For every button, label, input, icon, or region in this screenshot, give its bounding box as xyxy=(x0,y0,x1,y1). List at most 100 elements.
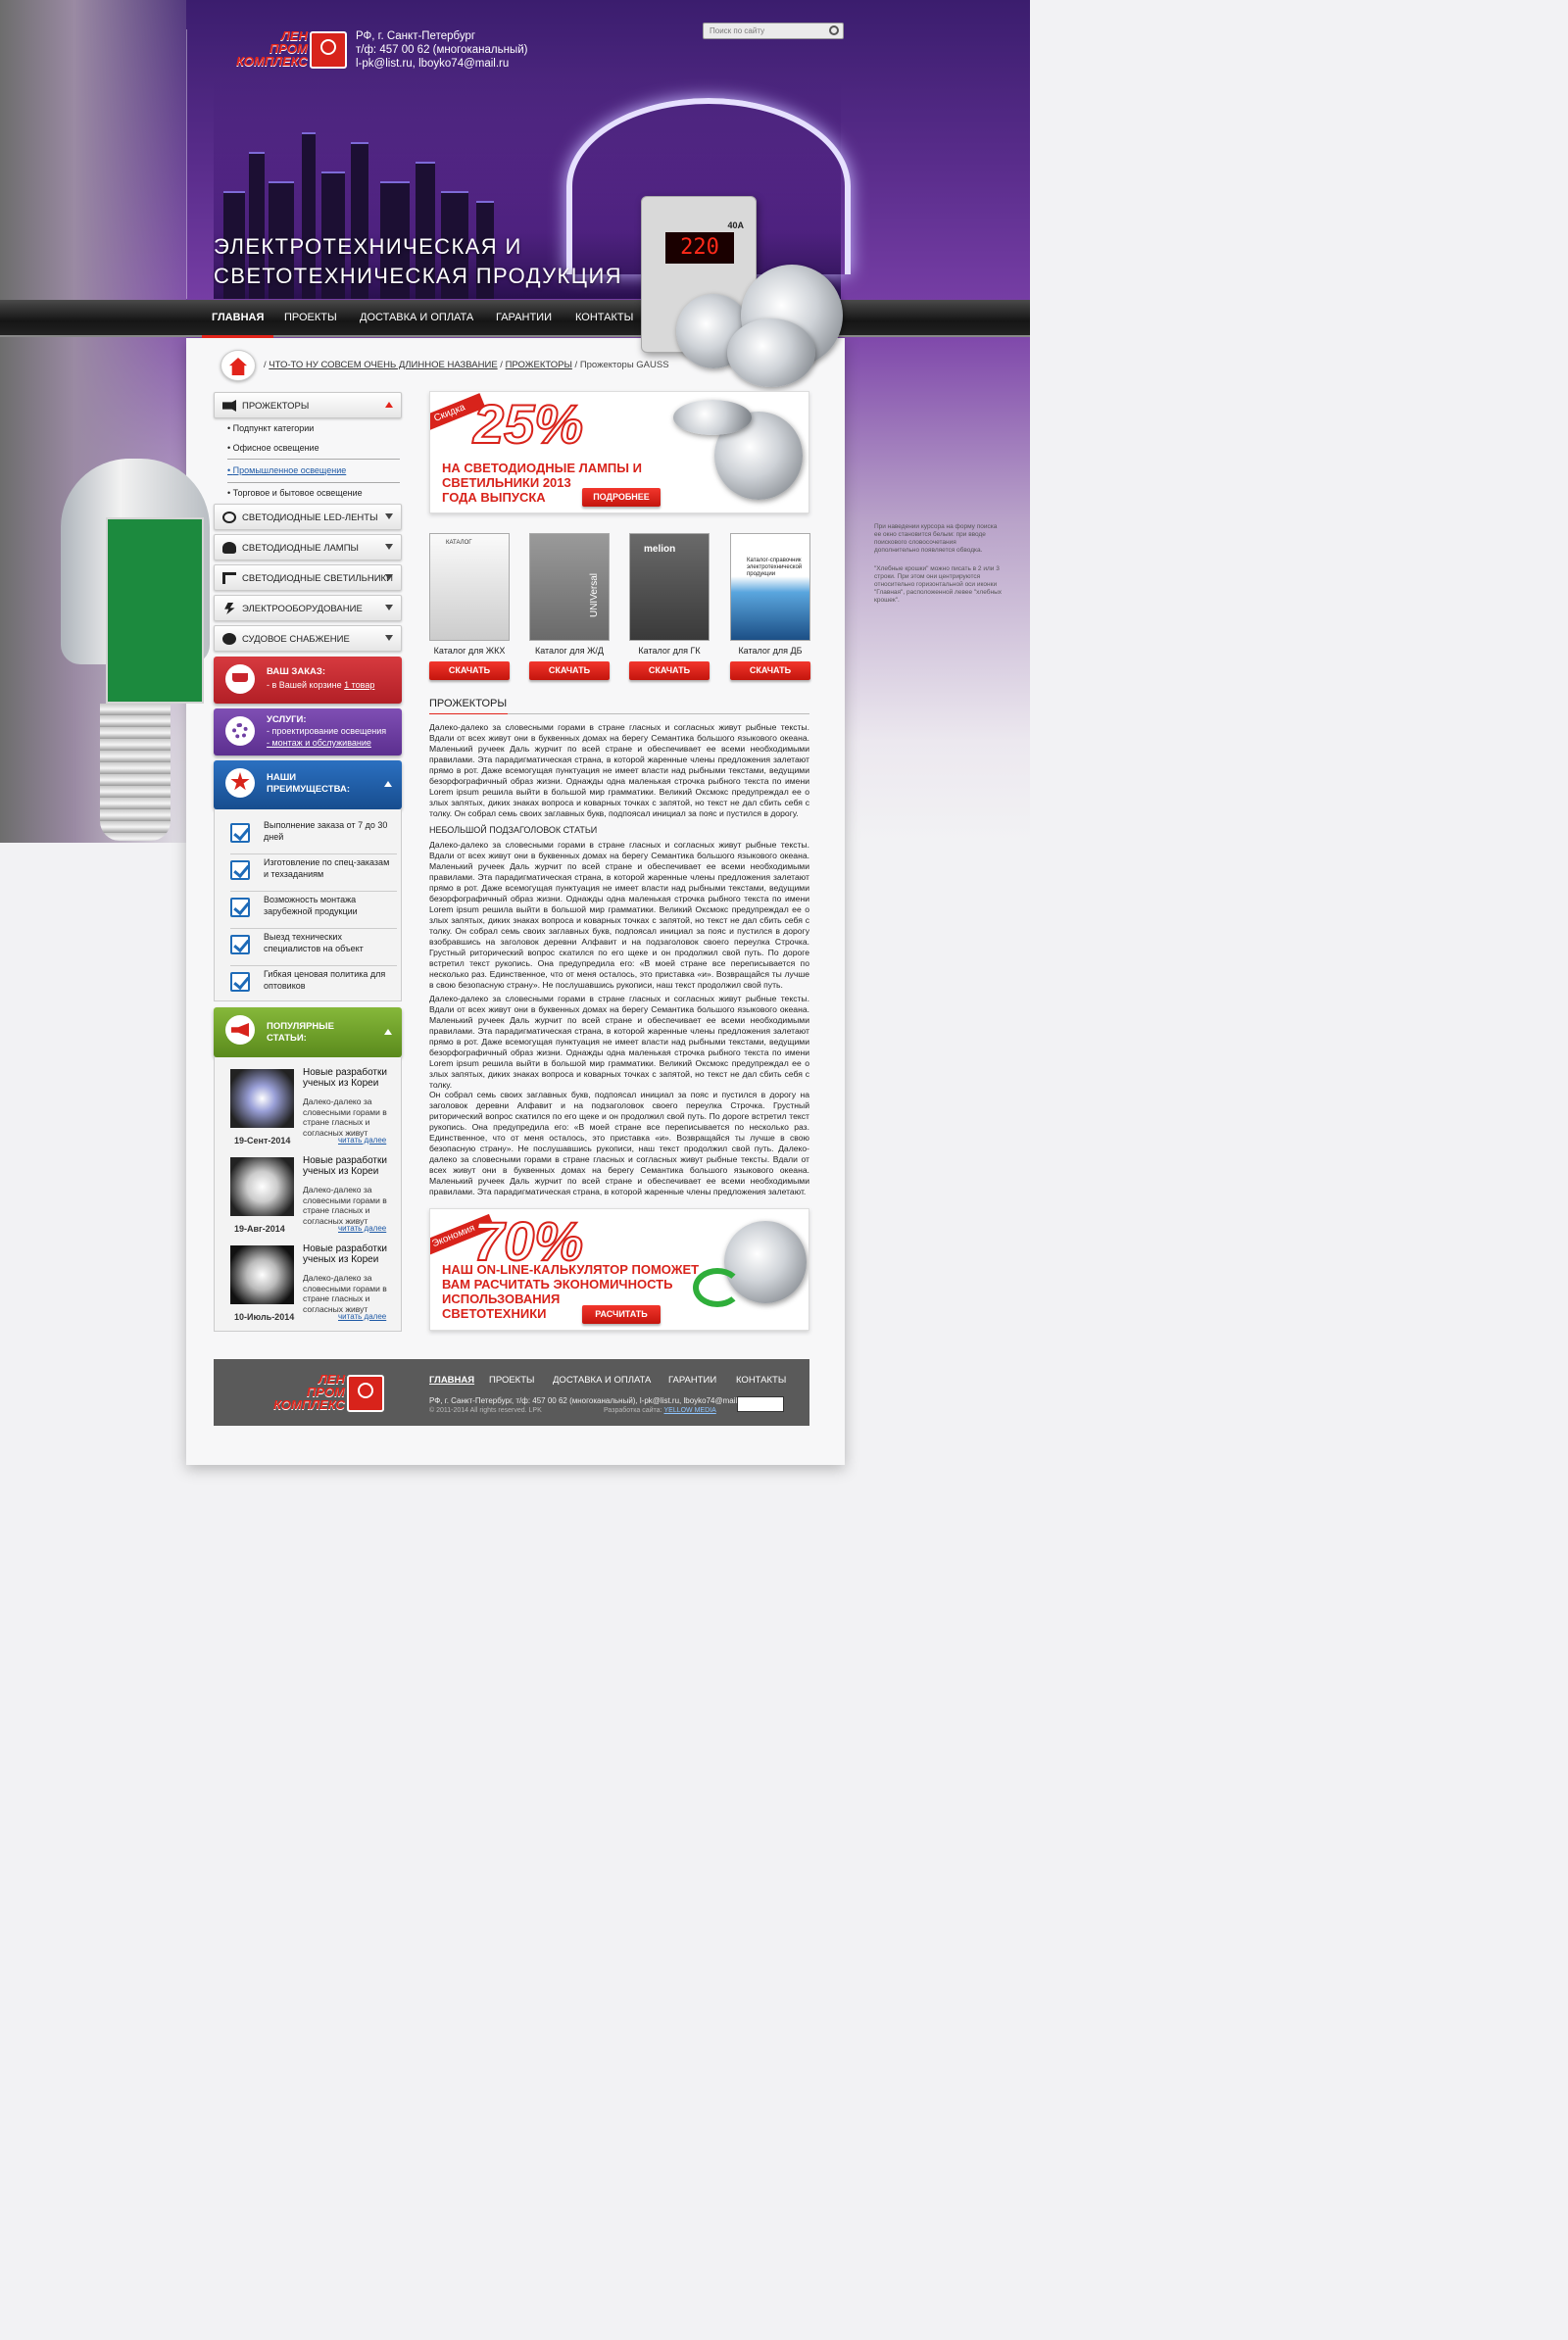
order-text: - в Вашей корзине 1 товар xyxy=(267,680,374,690)
footer-contacts: РФ, г. Санкт-Петербург, т/ф: 457 00 62 (… xyxy=(429,1396,747,1405)
home-button[interactable] xyxy=(220,350,256,381)
tagline: ЭЛЕКТРОТЕХНИЧЕСКАЯ И СВЕТОТЕХНИЧЕСКАЯ ПР… xyxy=(214,232,622,291)
article-thumbnail[interactable] xyxy=(230,1245,294,1304)
category-label: СУДОВОЕ СНАБЖЕНИЕ xyxy=(242,634,350,645)
advantage-item: Гибкая ценовая политика для оптовиков xyxy=(230,966,397,1003)
read-more-link[interactable]: читать далее xyxy=(338,1312,386,1321)
discount-banner[interactable]: Скидка 25% НА СВЕТОДИОДНЫЕ ЛАМПЫ И СВЕТИ… xyxy=(429,391,809,513)
calculator-banner[interactable]: Экономия 70% НАШ ON-LINE-КАЛЬКУЛЯТОР ПОМ… xyxy=(429,1208,809,1331)
article-title[interactable]: Новые разработки ученых из Кореи xyxy=(303,1243,397,1265)
nav-item-home[interactable]: ГЛАВНАЯ xyxy=(201,312,274,338)
read-more-link[interactable]: читать далее xyxy=(338,1224,386,1233)
subcategory-item[interactable]: • Подпункт категории xyxy=(227,423,314,433)
logo[interactable]: ЛЕН ПРОМ КОМПЛЕКС xyxy=(214,29,351,73)
download-button[interactable]: СКАЧАТЬ xyxy=(529,661,610,680)
logo-line: КОМПЛЕКС xyxy=(273,1397,345,1412)
chevron-down-icon xyxy=(385,544,393,550)
service-item[interactable]: - монтаж и обслуживание xyxy=(267,738,371,748)
articles-title-line: СТАТЬИ: xyxy=(267,1033,307,1044)
catalog-cover[interactable]: КАТАЛОГ xyxy=(429,533,510,641)
subcategory-label: Офисное освещение xyxy=(232,443,319,453)
popular-articles-box[interactable]: ПОПУЛЯРНЫЕ СТАТЬИ: xyxy=(214,1007,402,1057)
copyright: © 2011-2014 All rights reserved. LPK xyxy=(429,1407,542,1414)
footer-nav-delivery[interactable]: ДОСТАВКА И ОПЛАТА xyxy=(553,1375,651,1386)
nav-item-guarantee[interactable]: ГАРАНТИИ xyxy=(496,312,552,323)
sidebar-category-led-strips[interactable]: СВЕТОДИОДНЫЕ LED-ЛЕНТЫ xyxy=(214,504,402,530)
footer-nav-projects[interactable]: ПРОЕКТЫ xyxy=(489,1375,534,1386)
sidebar-category-electrical[interactable]: ЭЛЕКТРООБОРУДОВАНИЕ xyxy=(214,595,402,621)
lightning-icon xyxy=(224,603,235,614)
tagline-line: СВЕТОТЕХНИЧЕСКАЯ ПРОДУКЦИЯ xyxy=(214,264,622,288)
nav-item-contacts[interactable]: КОНТАКТЫ xyxy=(575,312,633,323)
breadcrumb-current: Прожекторы GAUSS xyxy=(579,360,669,370)
footer-logo[interactable]: ЛЕН ПРОМ КОМПЛЕКС xyxy=(251,1373,388,1416)
articles-title: ПОПУЛЯРНЫЕ СТАТЬИ: xyxy=(267,1021,334,1045)
catalog-cover[interactable]: UNIVersal xyxy=(529,533,610,641)
article-thumbnail[interactable] xyxy=(230,1069,294,1128)
download-button[interactable]: СКАЧАТЬ xyxy=(429,661,510,680)
articles-list: Новые разработки ученых из Кореи Далеко-… xyxy=(214,1057,402,1332)
nav-item-delivery[interactable]: ДОСТАВКА И ОПЛАТА xyxy=(360,312,473,323)
chevron-up-icon xyxy=(385,402,393,408)
search-icon[interactable] xyxy=(829,25,839,35)
arrow-icon xyxy=(693,1268,742,1307)
developer-credit: Разработка сайта: YELLOW MEDIA xyxy=(604,1407,716,1414)
breadcrumb-link[interactable]: ЧТО-ТО НУ СОВСЕМ ОЧЕНЬ ДЛИННОЕ НАЗВАНИЕ xyxy=(269,360,497,370)
sidebar-category-led-fixtures[interactable]: СВЕТОДИОДНЫЕ СВЕТИЛЬНИКИ xyxy=(214,564,402,591)
article-item: Новые разработки ученых из Кореи Далеко-… xyxy=(230,1151,399,1238)
order-box[interactable]: ВАШ ЗАКАЗ: - в Вашей корзине 1 товар xyxy=(214,657,402,704)
visitor-counter[interactable] xyxy=(737,1396,784,1412)
articles-title-line: ПОПУЛЯРНЫЕ xyxy=(267,1021,334,1032)
sidebar-category-floodlights[interactable]: ПРОЖЕКТОРЫ xyxy=(214,392,402,418)
advantage-item: Выполнение заказа от 7 до 30 дней xyxy=(230,817,397,854)
subcategory-item-active[interactable]: • Промышленное освещение xyxy=(227,465,346,475)
sidebar-category-marine[interactable]: СУДОВОЕ СНАБЖЕНИЕ xyxy=(214,625,402,652)
catalog-card: UNIVersal Каталог для Ж/Д СКАЧАТЬ xyxy=(529,533,610,682)
catalog-cover[interactable]: melion xyxy=(629,533,710,641)
article-excerpt: Далеко-далеко за словесными горами в стр… xyxy=(303,1273,387,1314)
advantage-text: Возможность монтажа зарубежной продукции xyxy=(264,895,358,916)
details-button[interactable]: ПОДРОБНЕЕ xyxy=(582,488,661,507)
advantages-title-line: НАШИ xyxy=(267,772,297,783)
breadcrumb-link[interactable]: ПРОЖЕКТОРЫ xyxy=(506,360,572,370)
ship-wheel-icon xyxy=(222,633,236,645)
gear-icon xyxy=(225,716,255,746)
logo-text: ЛЕН ПРОМ КОМПЛЕКС xyxy=(214,29,308,68)
download-button[interactable]: СКАЧАТЬ xyxy=(730,661,810,680)
advantage-text: Гибкая ценовая политика для оптовиков xyxy=(264,969,386,991)
order-title: ВАШ ЗАКАЗ: xyxy=(267,666,326,677)
banner-text-line: НАШ ON-LINE-КАЛЬКУЛЯТОР ПОМОЖЕТ xyxy=(442,1262,700,1277)
nav-item-projects[interactable]: ПРОЕКТЫ xyxy=(284,312,337,323)
page-title: ПРОЖЕКТОРЫ xyxy=(429,698,809,714)
article-title[interactable]: Новые разработки ученых из Кореи xyxy=(303,1155,397,1177)
developer-link[interactable]: YELLOW MEDIA xyxy=(663,1407,715,1414)
advantage-item: Изготовление по спец-заказам и техзадани… xyxy=(230,854,397,892)
service-link[interactable]: - монтаж и обслуживание xyxy=(267,738,371,748)
footer-nav-guarantee[interactable]: ГАРАНТИИ xyxy=(668,1375,716,1386)
device-display: 220 xyxy=(665,232,734,264)
footer-nav-contacts[interactable]: КОНТАКТЫ xyxy=(736,1375,786,1386)
article-title[interactable]: Новые разработки ученых из Кореи xyxy=(303,1067,397,1089)
subcategory-item[interactable]: • Торговое и бытовое освещение xyxy=(227,488,363,498)
floodlight-icon xyxy=(222,400,236,412)
subcategory-item[interactable]: • Офисное освещение xyxy=(227,443,319,453)
download-button[interactable]: СКАЧАТЬ xyxy=(629,661,710,680)
chevron-down-icon xyxy=(385,513,393,519)
article-date: 19-Авг-2014 xyxy=(234,1224,285,1234)
read-more-link[interactable]: читать далее xyxy=(338,1136,386,1145)
order-label: - в Вашей корзине xyxy=(267,680,342,690)
chevron-down-icon xyxy=(385,635,393,641)
article-thumbnail[interactable] xyxy=(230,1157,294,1216)
advantages-box[interactable]: НАШИ ПРЕИМУЩЕСТВА: xyxy=(214,760,402,809)
footer-nav-home[interactable]: ГЛАВНАЯ xyxy=(429,1375,474,1386)
catalog-cover[interactable]: Каталог-справочник электротехнической пр… xyxy=(730,533,810,641)
calculate-button[interactable]: РАСЧИТАТЬ xyxy=(582,1305,661,1324)
advantage-text: Выезд технических специалистов на объект xyxy=(264,932,364,953)
category-label: СВЕТОДИОДНЫЕ СВЕТИЛЬНИКИ xyxy=(242,573,393,584)
sidebar-category-led-lamps[interactable]: СВЕТОДИОДНЫЕ ЛАМПЫ xyxy=(214,534,402,561)
catalog-card: melion Каталог для ГК СКАЧАТЬ xyxy=(629,533,710,682)
service-item[interactable]: - проектирование освещения xyxy=(267,726,386,736)
search-input[interactable]: Поиск по сайту xyxy=(703,23,844,39)
cart-link[interactable]: 1 товар xyxy=(344,680,374,690)
tagline-line: ЭЛЕКТРОТЕХНИЧЕСКАЯ И xyxy=(214,234,522,259)
